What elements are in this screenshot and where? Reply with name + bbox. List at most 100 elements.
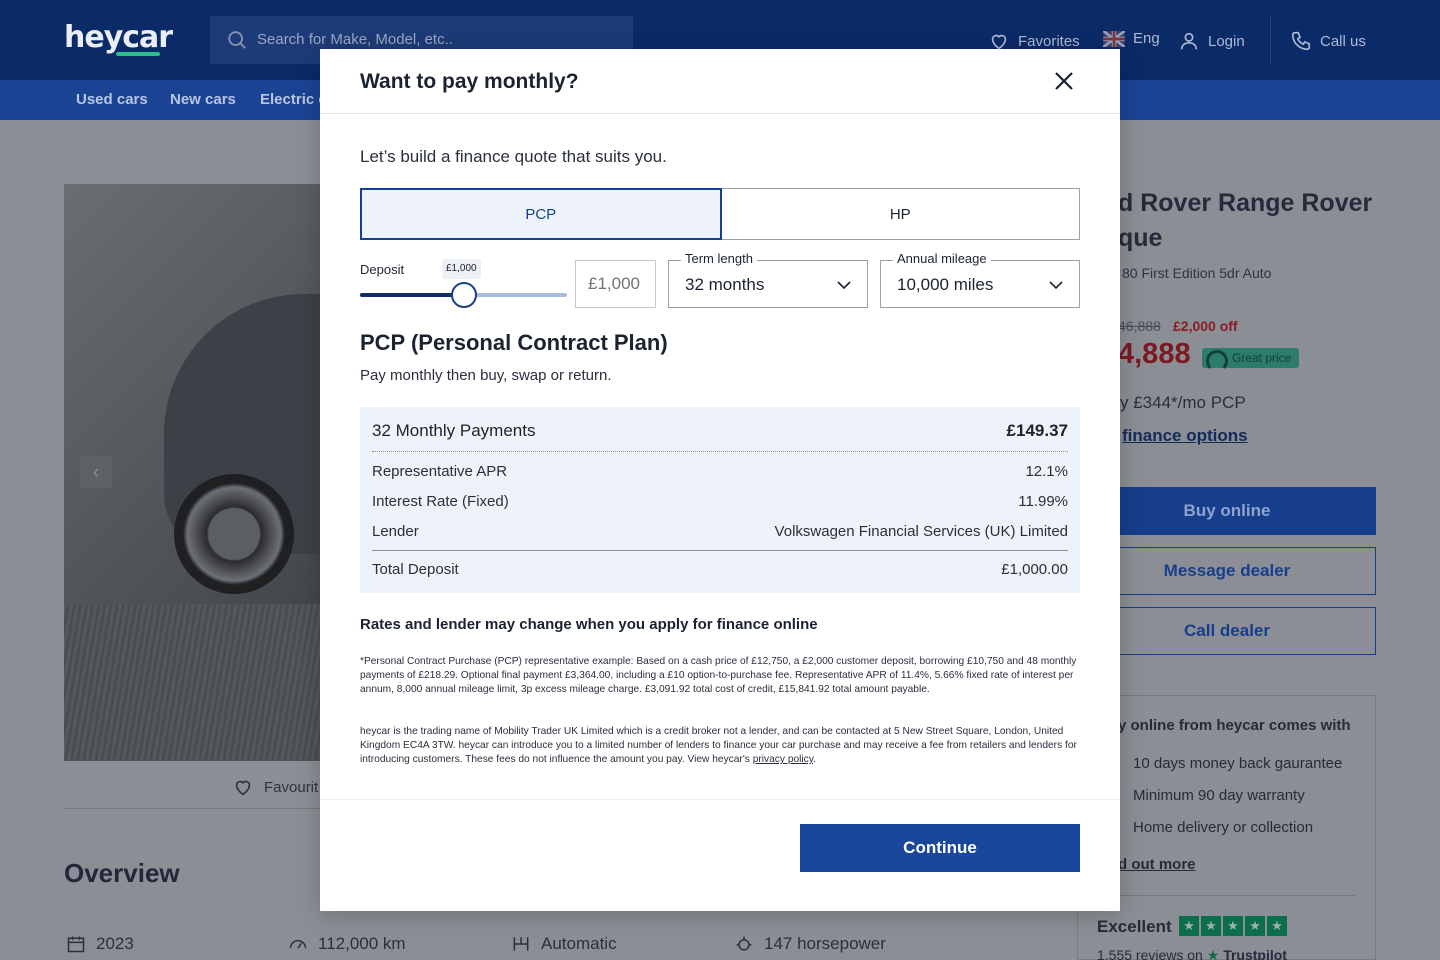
calendar-icon: [67, 936, 85, 953]
continue-button[interactable]: Continue: [800, 824, 1080, 872]
gearbox-icon: [513, 937, 529, 951]
call-us-link[interactable]: Call us: [1290, 30, 1366, 52]
spec-year: 2023: [66, 934, 134, 954]
broker-disclaimer-text: heycar is the trading name of Mobility T…: [360, 726, 1077, 765]
favourite-label: Favourit: [264, 778, 319, 796]
reviews-count-text: 1,555 reviews on: [1097, 947, 1203, 960]
header-divider: [1270, 16, 1271, 64]
spec-mileage: 112,000 km: [288, 934, 406, 954]
spec-mileage-value: 112,000 km: [318, 934, 406, 953]
spec-power: 147 horsepower: [734, 934, 886, 954]
lender-row: Lender Volkswagen Financial Services (UK…: [372, 523, 1068, 540]
deposit-label: Deposit: [360, 262, 405, 277]
monthly-payments-value: £149.37: [1006, 421, 1068, 440]
lender-value: Volkswagen Financial Services (UK) Limit…: [774, 523, 1068, 540]
reviews-count: 1,555 reviews on ★ Trustpilot: [1097, 947, 1287, 960]
trustpilot-star-icon: ★: [1206, 947, 1220, 960]
call-us-label: Call us: [1320, 32, 1366, 50]
plan-title: PCP (Personal Contract Plan): [360, 330, 668, 355]
listing-title-line1: d Rover Range Rover: [1118, 189, 1373, 217]
engine-icon: [736, 936, 752, 951]
tab-hp[interactable]: HP: [721, 188, 1080, 240]
modal-title: Want to pay monthly?: [360, 70, 579, 93]
chevron-down-icon: [1049, 281, 1063, 290]
perk-item: 10 days money back gaurantee: [1133, 755, 1343, 772]
trustpilot-label: Trustpilot: [1223, 947, 1287, 960]
apr-row: Representative APR 12.1%: [372, 463, 1068, 480]
perks-title: y online from heycar comes with: [1118, 717, 1351, 734]
spec-power-value: 147 horsepower: [764, 934, 886, 953]
car-wheel: [174, 474, 294, 594]
spec-year-value: 2023: [96, 934, 134, 953]
total-deposit-label: Total Deposit: [372, 561, 459, 578]
listing-price: 4,888: [1118, 338, 1191, 370]
nav-electric-cars[interactable]: Electric c: [260, 91, 327, 108]
login-label: Login: [1208, 32, 1245, 50]
perk-item: Home delivery or collection: [1133, 819, 1314, 836]
close-button[interactable]: [1052, 67, 1076, 95]
interest-rate-value: 11.99%: [1018, 493, 1068, 510]
favourite-button[interactable]: Favourit: [232, 776, 318, 798]
call-dealer-button[interactable]: Call dealer: [1078, 607, 1376, 655]
trust-rating-label: Excellent: [1097, 917, 1172, 936]
finance-modal: Want to pay monthly? Let’s build a finan…: [320, 49, 1120, 911]
modal-intro: Let’s build a finance quote that suits y…: [360, 147, 667, 166]
user-icon: [1180, 32, 1198, 50]
listing-subtitle: 80 First Edition 5dr Auto: [1122, 265, 1272, 281]
old-price: 46,888: [1118, 318, 1161, 334]
star-icon: ★: [1201, 916, 1221, 936]
quote-divider-dotted: [372, 451, 1068, 452]
broker-disclaimer: heycar is the trading name of Mobility T…: [360, 726, 1077, 765]
tab-pcp[interactable]: PCP: [360, 188, 722, 240]
apr-value: 12.1%: [1025, 463, 1068, 480]
deposit-input[interactable]: [575, 260, 656, 308]
language-switcher[interactable]: Eng: [1103, 30, 1160, 47]
star-icon: ★: [1245, 916, 1265, 936]
trustpilot-stars: ★ ★ ★ ★ ★: [1179, 916, 1287, 936]
spec-transmission: Automatic: [511, 934, 617, 954]
star-icon: ★: [1223, 916, 1243, 936]
close-icon: [1055, 72, 1073, 90]
nav-used-cars[interactable]: Used cars: [76, 91, 148, 108]
nav-new-cars[interactable]: New cars: [170, 91, 236, 108]
privacy-policy-link[interactable]: privacy policy: [753, 754, 813, 765]
phone-icon: [1291, 31, 1311, 51]
annual-mileage-select[interactable]: Annual mileage 10,000 miles: [880, 251, 1080, 308]
listing-title-line2: que: [1118, 224, 1163, 252]
rates-note: Rates and lender may change when you app…: [360, 616, 818, 633]
discount-label: £2,000 off: [1173, 318, 1238, 334]
star-icon: ★: [1179, 916, 1199, 936]
modal-header: Want to pay monthly?: [320, 49, 1120, 114]
deposit-slider-value: £1,000: [442, 259, 481, 279]
buy-online-button[interactable]: Buy online: [1078, 487, 1376, 535]
plan-description: Pay monthly then buy, swap or return.: [360, 367, 612, 384]
language-label: Eng: [1133, 30, 1160, 47]
term-length-value: 32 months: [685, 275, 765, 294]
total-deposit-row: Total Deposit £1,000.00: [372, 561, 1068, 578]
chevron-down-icon: [837, 281, 851, 290]
term-length-label: Term length: [681, 251, 757, 266]
gallery-prev-arrow-icon[interactable]: ‹: [80, 456, 112, 488]
finance-type-tabs: PCP HP: [360, 188, 1080, 240]
deposit-slider-fill: [360, 293, 464, 297]
term-length-select[interactable]: Term length 32 months: [668, 251, 868, 308]
quote-summary: 32 Monthly Payments £149.37 Representati…: [360, 407, 1080, 593]
representative-example: *Personal Contract Purchase (PCP) repres…: [360, 656, 1077, 695]
find-out-more-link[interactable]: d out more: [1118, 856, 1196, 873]
deposit-slider[interactable]: [360, 282, 567, 308]
heycar-logo[interactable]: heycar: [64, 20, 173, 55]
total-deposit-value: £1,000.00: [1001, 561, 1068, 578]
star-icon: ★: [1267, 916, 1287, 936]
favorites-label: Favorites: [1018, 32, 1080, 50]
interest-rate-row: Interest Rate (Fixed) 11.99%: [372, 493, 1068, 510]
login-link[interactable]: Login: [1178, 30, 1245, 52]
finance-options-link[interactable]: finance options: [1122, 426, 1248, 446]
deposit-slider-handle[interactable]: [450, 282, 477, 308]
monthly-price: y £344*/mo PCP: [1120, 393, 1246, 412]
message-dealer-button[interactable]: Message dealer: [1078, 547, 1376, 595]
annual-mileage-label: Annual mileage: [893, 251, 991, 266]
monthly-payments-label: 32 Monthly Payments: [372, 421, 536, 440]
search-placeholder: Search for Make, Model, etc..: [257, 31, 453, 48]
perks-divider: [1097, 895, 1356, 896]
modal-footer: Continue: [320, 799, 1120, 911]
